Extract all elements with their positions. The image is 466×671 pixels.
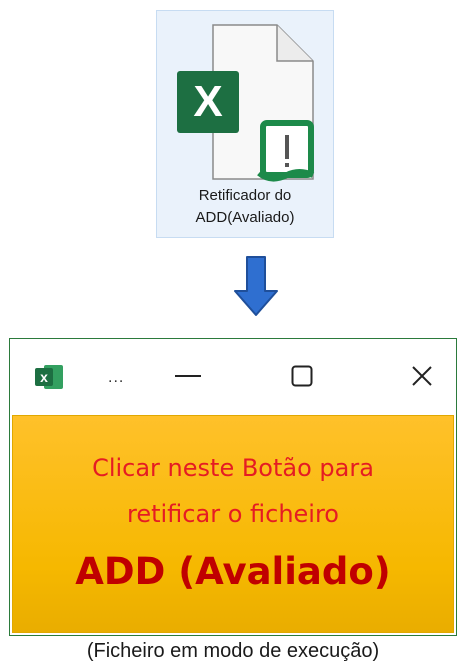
excel-file-warning-icon: X — [177, 24, 315, 182]
caption: (Ficheiro em modo de execução) — [86, 640, 380, 662]
rectify-button-line3: ADD (Avaliado) — [75, 550, 391, 593]
excel-icon: x — [35, 365, 63, 389]
rectify-button-line2: retificar o ficheiro — [127, 500, 339, 528]
app-window: x ... Clicar neste Botão para retificar … — [9, 338, 457, 636]
title-ellipsis: ... — [108, 369, 125, 386]
rectify-button-line1: Clicar neste Botão para — [92, 454, 374, 482]
down-arrow-icon — [234, 256, 278, 316]
minimize-button[interactable] — [158, 351, 218, 401]
file-name-line2: ADD(Avaliado) — [195, 209, 295, 226]
close-icon — [412, 366, 432, 386]
title-bar[interactable]: x ... — [10, 339, 456, 413]
maximize-button[interactable] — [272, 351, 332, 401]
page: X Retificador do ADD(Avaliado) x ... Cli… — [0, 0, 466, 671]
file-name-line1: Retificador do — [198, 187, 292, 204]
rectify-button[interactable]: Clicar neste Botão para retificar o fich… — [12, 415, 454, 633]
close-button[interactable] — [392, 351, 452, 401]
excel-icon-letter: x — [40, 369, 48, 385]
maximize-icon — [291, 365, 313, 387]
minimize-icon — [175, 375, 201, 377]
file-item[interactable]: X Retificador do ADD(Avaliado) — [156, 10, 334, 238]
file-name: Retificador do ADD(Avaliado) — [157, 185, 333, 229]
excel-x-glyph: X — [193, 77, 222, 126]
